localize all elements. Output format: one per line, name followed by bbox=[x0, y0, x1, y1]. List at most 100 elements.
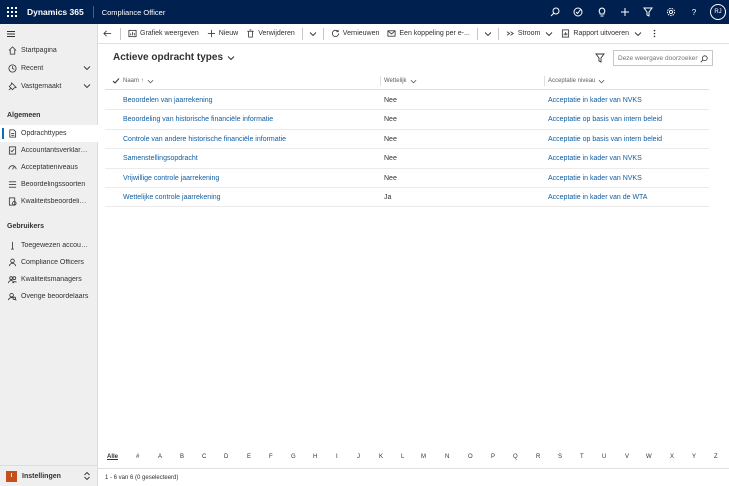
filter-icon[interactable] bbox=[595, 53, 605, 63]
back-button[interactable] bbox=[98, 24, 117, 44]
delete-button[interactable]: Verwijderen bbox=[242, 24, 299, 44]
alpha-filter-j[interactable]: J bbox=[357, 454, 360, 460]
email-link-button[interactable]: Een koppeling per e-... bbox=[383, 24, 473, 44]
alpha-filter-k[interactable]: K bbox=[379, 454, 383, 460]
more-commands-button[interactable] bbox=[646, 24, 663, 44]
table-row[interactable]: Samenstellingsopdracht Nee Acceptatie in… bbox=[105, 149, 709, 169]
alpha-filter-l[interactable]: L bbox=[401, 454, 404, 460]
select-all-checkbox[interactable] bbox=[109, 72, 120, 90]
brand-name[interactable]: Dynamics 365 bbox=[24, 6, 94, 18]
filter-icon[interactable] bbox=[636, 0, 659, 24]
cell-acceptatie-niveau[interactable]: Acceptatie op basis van intern beleid bbox=[548, 110, 662, 129]
cell-acceptatie-niveau[interactable]: Acceptatie in kader van NVKS bbox=[548, 169, 642, 188]
alpha-filter-a[interactable]: A bbox=[158, 454, 162, 460]
chevron-down-icon[interactable] bbox=[83, 82, 91, 90]
sidebar-item-overige-beoordelaars[interactable]: Overige beoordelaars bbox=[0, 288, 98, 305]
avatar[interactable]: RJ bbox=[710, 4, 726, 20]
new-button[interactable]: Nieuw bbox=[203, 24, 242, 44]
more-email-options-chevron[interactable] bbox=[481, 24, 495, 44]
task-icon[interactable] bbox=[567, 0, 590, 24]
chevron-updown-icon[interactable] bbox=[83, 471, 91, 481]
table-row[interactable]: Beoordelen van jaarrekening Nee Acceptat… bbox=[105, 91, 709, 111]
sidebar-item-beoordelingssoorten[interactable]: Beoordelingssoorten bbox=[0, 176, 98, 193]
cell-naam[interactable]: Beoordelen van jaarrekening bbox=[123, 91, 213, 110]
area-switcher[interactable]: I Instellingen bbox=[0, 465, 98, 486]
sidebar-item-label: Accountantsverklaringen bbox=[21, 147, 89, 154]
alpha-filter-g[interactable]: G bbox=[291, 454, 296, 460]
app-launcher-icon[interactable] bbox=[0, 0, 24, 24]
alpha-filter-h[interactable]: H bbox=[313, 454, 317, 460]
table-row[interactable]: Beoordeling van historische financiële i… bbox=[105, 110, 709, 130]
alpha-filter-o[interactable]: O bbox=[468, 454, 473, 460]
alpha-filter-r[interactable]: R bbox=[536, 454, 540, 460]
clock-icon bbox=[6, 63, 18, 75]
sidebar-item-acceptatieniveaus[interactable]: Acceptatieniveaus bbox=[0, 159, 98, 176]
alpha-filter-b[interactable]: B bbox=[180, 454, 184, 460]
chevron-down-icon[interactable] bbox=[83, 64, 91, 72]
alpha-filter-y[interactable]: Y bbox=[692, 454, 696, 460]
refresh-button[interactable]: Vernieuwen bbox=[327, 24, 384, 44]
search-icon[interactable] bbox=[544, 0, 567, 24]
alpha-filter-v[interactable]: V bbox=[625, 454, 629, 460]
table-row[interactable]: Vrijwillige controle jaarrekening Nee Ac… bbox=[105, 169, 709, 188]
column-divider[interactable] bbox=[544, 76, 545, 86]
sidebar-item-toegewezen-accountants[interactable]: Toegewezen accountants bbox=[0, 237, 98, 254]
plus-icon[interactable] bbox=[613, 0, 636, 24]
alpha-filter-e[interactable]: E bbox=[247, 454, 251, 460]
column-divider[interactable] bbox=[380, 76, 381, 86]
alpha-filter-hash[interactable]: # bbox=[136, 454, 139, 460]
help-icon[interactable]: ? bbox=[683, 0, 706, 24]
column-header-naam[interactable]: Naam ↑ bbox=[123, 72, 154, 90]
sidebar-item-kwaliteitsbeoordelingen[interactable]: Kwaliteitsbeoordelingen bbox=[0, 193, 98, 210]
sidebar-item-startpagina[interactable]: Startpagina bbox=[0, 42, 98, 59]
more-delete-options-chevron[interactable] bbox=[306, 24, 320, 44]
cell-acceptatie-niveau[interactable]: Acceptatie in kader van NVKS bbox=[548, 91, 642, 110]
lightbulb-icon[interactable] bbox=[590, 0, 613, 24]
alpha-filter-c[interactable]: C bbox=[202, 454, 206, 460]
alpha-filter-p[interactable]: P bbox=[491, 454, 495, 460]
alpha-filter-i[interactable]: I bbox=[336, 454, 338, 460]
sidebar-item-kwaliteitsmanagers[interactable]: Kwaliteitsmanagers bbox=[0, 271, 98, 288]
alpha-filter-t[interactable]: T bbox=[580, 454, 584, 460]
alpha-filter-s[interactable]: S bbox=[558, 454, 562, 460]
table-row[interactable]: Wettelijke controle jaarrekening Ja Acce… bbox=[105, 188, 709, 208]
cell-naam[interactable]: Vrijwillige controle jaarrekening bbox=[123, 169, 219, 188]
table-row[interactable]: Controle van andere historische financië… bbox=[105, 130, 709, 150]
cell-naam[interactable]: Beoordeling van historische financiële i… bbox=[123, 110, 273, 129]
cell-acceptatie-niveau[interactable]: Acceptatie op basis van intern beleid bbox=[548, 130, 662, 149]
cell-naam[interactable]: Wettelijke controle jaarrekening bbox=[123, 188, 221, 207]
search-box[interactable] bbox=[613, 50, 713, 66]
show-chart-button[interactable]: Grafiek weergeven bbox=[124, 24, 203, 44]
cell-naam[interactable]: Controle van andere historische financië… bbox=[123, 130, 286, 149]
alpha-filter-q[interactable]: Q bbox=[513, 454, 518, 460]
alpha-filter-w[interactable]: W bbox=[646, 454, 652, 460]
alpha-filter-u[interactable]: U bbox=[602, 454, 606, 460]
column-header-wettelijk[interactable]: Wettelijk bbox=[380, 72, 417, 90]
person-search-icon bbox=[6, 291, 18, 303]
plus-icon bbox=[207, 29, 216, 38]
alpha-filter-n[interactable]: N bbox=[445, 454, 449, 460]
sidebar-item-vastgemaakt[interactable]: Vastgemaakt bbox=[0, 78, 98, 95]
column-header-acceptatie-niveau[interactable]: Acceptatie niveau bbox=[544, 72, 605, 90]
cell-acceptatie-niveau[interactable]: Acceptatie in kader van de WTA bbox=[548, 188, 647, 207]
flow-button[interactable]: Stroom bbox=[502, 24, 558, 44]
alpha-filter-x[interactable]: X bbox=[670, 454, 674, 460]
alpha-filter-z[interactable]: Z bbox=[714, 454, 718, 460]
sidebar-item-compliance-officers[interactable]: Compliance Officers bbox=[0, 254, 98, 271]
alpha-filter-all[interactable]: Alle bbox=[107, 454, 118, 460]
run-report-button[interactable]: Rapport uitvoeren bbox=[557, 24, 646, 44]
gear-icon[interactable] bbox=[660, 0, 683, 24]
sidebar-item-opdrachttypes[interactable]: Opdrachttypes bbox=[0, 125, 98, 142]
cell-naam[interactable]: Samenstellingsopdracht bbox=[123, 149, 198, 168]
sidebar-item-recent[interactable]: Recent bbox=[0, 60, 98, 77]
cell-acceptatie-niveau[interactable]: Acceptatie in kader van NVKS bbox=[548, 149, 642, 168]
sidebar-item-accountantsverklaringen[interactable]: Accountantsverklaringen bbox=[0, 142, 98, 159]
alpha-filter-d[interactable]: D bbox=[224, 454, 228, 460]
search-icon[interactable] bbox=[700, 55, 708, 63]
view-selector[interactable]: Actieve opdracht types bbox=[113, 52, 235, 63]
alpha-filter-f[interactable]: F bbox=[269, 454, 273, 460]
search-input[interactable] bbox=[614, 54, 698, 62]
app-name[interactable]: Compliance Officer bbox=[94, 8, 166, 17]
hamburger-icon[interactable] bbox=[6, 29, 16, 39]
alpha-filter-m[interactable]: M bbox=[421, 454, 426, 460]
